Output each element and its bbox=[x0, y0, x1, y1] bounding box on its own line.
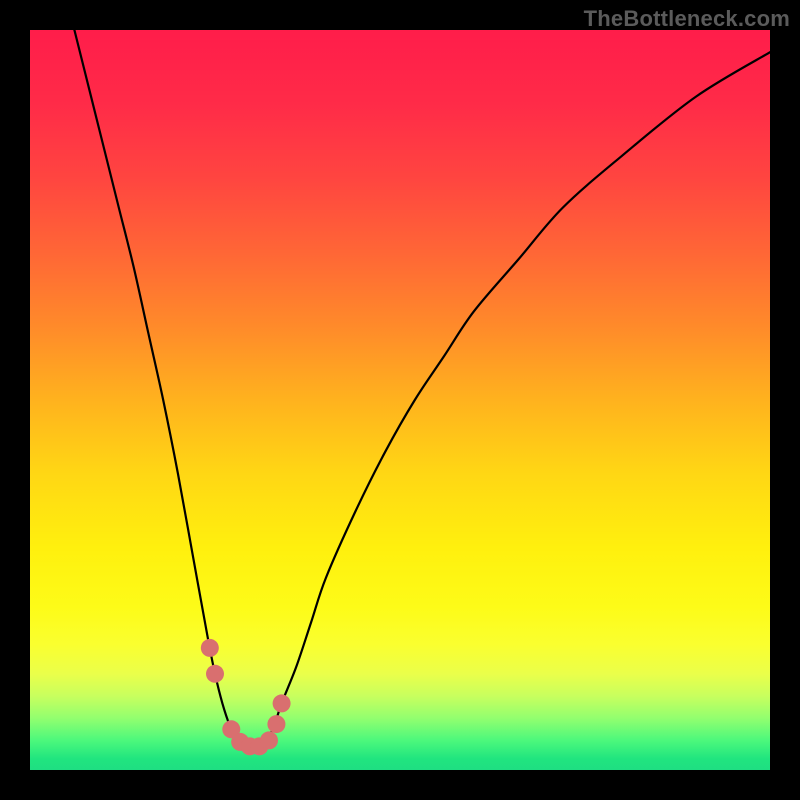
curve-marker bbox=[273, 694, 291, 712]
curve-marker bbox=[201, 639, 219, 657]
chart-svg bbox=[30, 30, 770, 770]
watermark-text: TheBottleneck.com bbox=[584, 6, 790, 32]
plot-area bbox=[30, 30, 770, 770]
curve-markers bbox=[201, 639, 291, 755]
outer-frame: TheBottleneck.com bbox=[0, 0, 800, 800]
curve-marker bbox=[267, 715, 285, 733]
bottleneck-curve bbox=[74, 30, 770, 748]
curve-marker bbox=[260, 731, 278, 749]
curve-marker bbox=[206, 665, 224, 683]
